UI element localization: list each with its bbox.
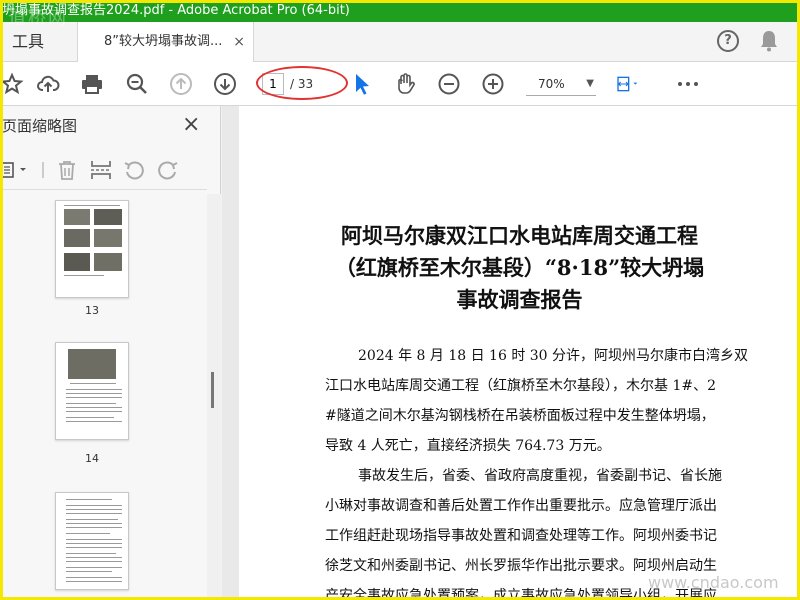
- panel-toolbar: [0, 150, 207, 190]
- zoom-minus-icon[interactable]: [437, 72, 461, 96]
- doc-title-line: （红旗桥至木尔基段）“8·18”较大坍塌: [334, 255, 705, 280]
- trash-icon[interactable]: [55, 158, 79, 182]
- body-text-line: 2024 年 8 月 18 日 16 时 30 分许，阿坝州马尔康市白湾乡双: [358, 348, 749, 364]
- options-menu-icon[interactable]: [0, 158, 34, 182]
- body-text-line: 小琳对事故调查和善后处置工作作出重要批示。应急管理厅派出: [325, 498, 717, 514]
- thumbnail-panel: 页面缩略图 × 13 14: [0, 106, 221, 600]
- more-icon[interactable]: [676, 72, 700, 96]
- upload-icon[interactable]: [36, 72, 60, 96]
- select-cursor-icon[interactable]: [350, 72, 374, 96]
- doc-title-line: 阿坝马尔康双江口水电站库周交通工程: [341, 223, 698, 248]
- body-text-line: 工作组赶赴现场指导事故处置和调查处理等工作。阿坝州委书记: [325, 528, 717, 544]
- tab-bar: 工具 8”较大坍塌事故调... × ?: [0, 22, 800, 62]
- window-title-bar: 坍塌事故调查报告2024.pdf - Adobe Acrobat Pro (64…: [0, 0, 800, 22]
- tab-document[interactable]: 8”较大坍塌事故调... ×: [78, 22, 254, 62]
- body-text-line: 事故发生后，省委、省政府高度重视，省委副书记、省长施: [358, 468, 722, 484]
- zoom-select[interactable]: 70% ▼: [526, 72, 596, 96]
- print-icon[interactable]: [80, 72, 104, 96]
- site-watermark: www.cndao.com: [648, 573, 779, 592]
- zoom-plus-icon[interactable]: [481, 72, 505, 96]
- body-text-line: 导致 4 人死亡，直接经济损失 764.73 万元。: [325, 438, 611, 454]
- page-thumbnail-15[interactable]: [55, 492, 129, 590]
- tab-document-label: 8”较大坍塌事故调...: [104, 34, 223, 49]
- body-text-line: 江口水电站库周交通工程（红旗桥至木尔基段），木尔基 1#、2: [325, 378, 716, 394]
- rotate-left-icon[interactable]: [122, 158, 146, 182]
- watermark-logo: 道桥网: [8, 8, 68, 29]
- chevron-down-icon: ▼: [586, 78, 594, 89]
- next-page-icon[interactable]: [213, 72, 237, 96]
- fit-page-icon[interactable]: [616, 72, 652, 96]
- thumbnail-scrollbar[interactable]: [207, 194, 221, 600]
- doc-title-line: 事故调查报告: [456, 287, 583, 312]
- rotate-right-icon[interactable]: [156, 158, 180, 182]
- bell-icon[interactable]: [760, 30, 778, 52]
- thumbnail-label: 14: [85, 452, 99, 465]
- document-view: 阿坝马尔康双江口水电站库周交通工程 （红旗桥至木尔基段）“8·18”较大坍塌 事…: [222, 106, 800, 600]
- close-tab-icon[interactable]: ×: [233, 22, 245, 62]
- prev-page-icon[interactable]: [169, 72, 193, 96]
- highlight-ellipse: [256, 66, 348, 100]
- body-text-line: #隧道之间木尔基沟钢栈桥在吊装桥面板过程中发生整体坍塌，: [325, 408, 715, 424]
- search-icon[interactable]: [125, 72, 149, 96]
- thumbnail-list: 13 14: [0, 194, 207, 600]
- scrollbar-thumb[interactable]: [211, 372, 214, 408]
- star-icon[interactable]: [0, 72, 24, 96]
- page-thumbnail-13[interactable]: [55, 200, 129, 298]
- divider: [42, 162, 44, 178]
- main-toolbar: / 33 70% ▼: [0, 62, 800, 106]
- close-panel-icon[interactable]: ×: [182, 112, 200, 137]
- page-thumbnail-14[interactable]: [55, 342, 129, 440]
- pdf-page: 阿坝马尔康双江口水电站库周交通工程 （红旗桥至木尔基段）“8·18”较大坍塌 事…: [239, 106, 800, 600]
- zoom-value: 70%: [538, 77, 565, 91]
- hand-icon[interactable]: [393, 72, 417, 96]
- insert-page-icon[interactable]: [89, 158, 113, 182]
- thumbnail-label: 13: [85, 304, 99, 317]
- help-icon[interactable]: ?: [717, 30, 739, 52]
